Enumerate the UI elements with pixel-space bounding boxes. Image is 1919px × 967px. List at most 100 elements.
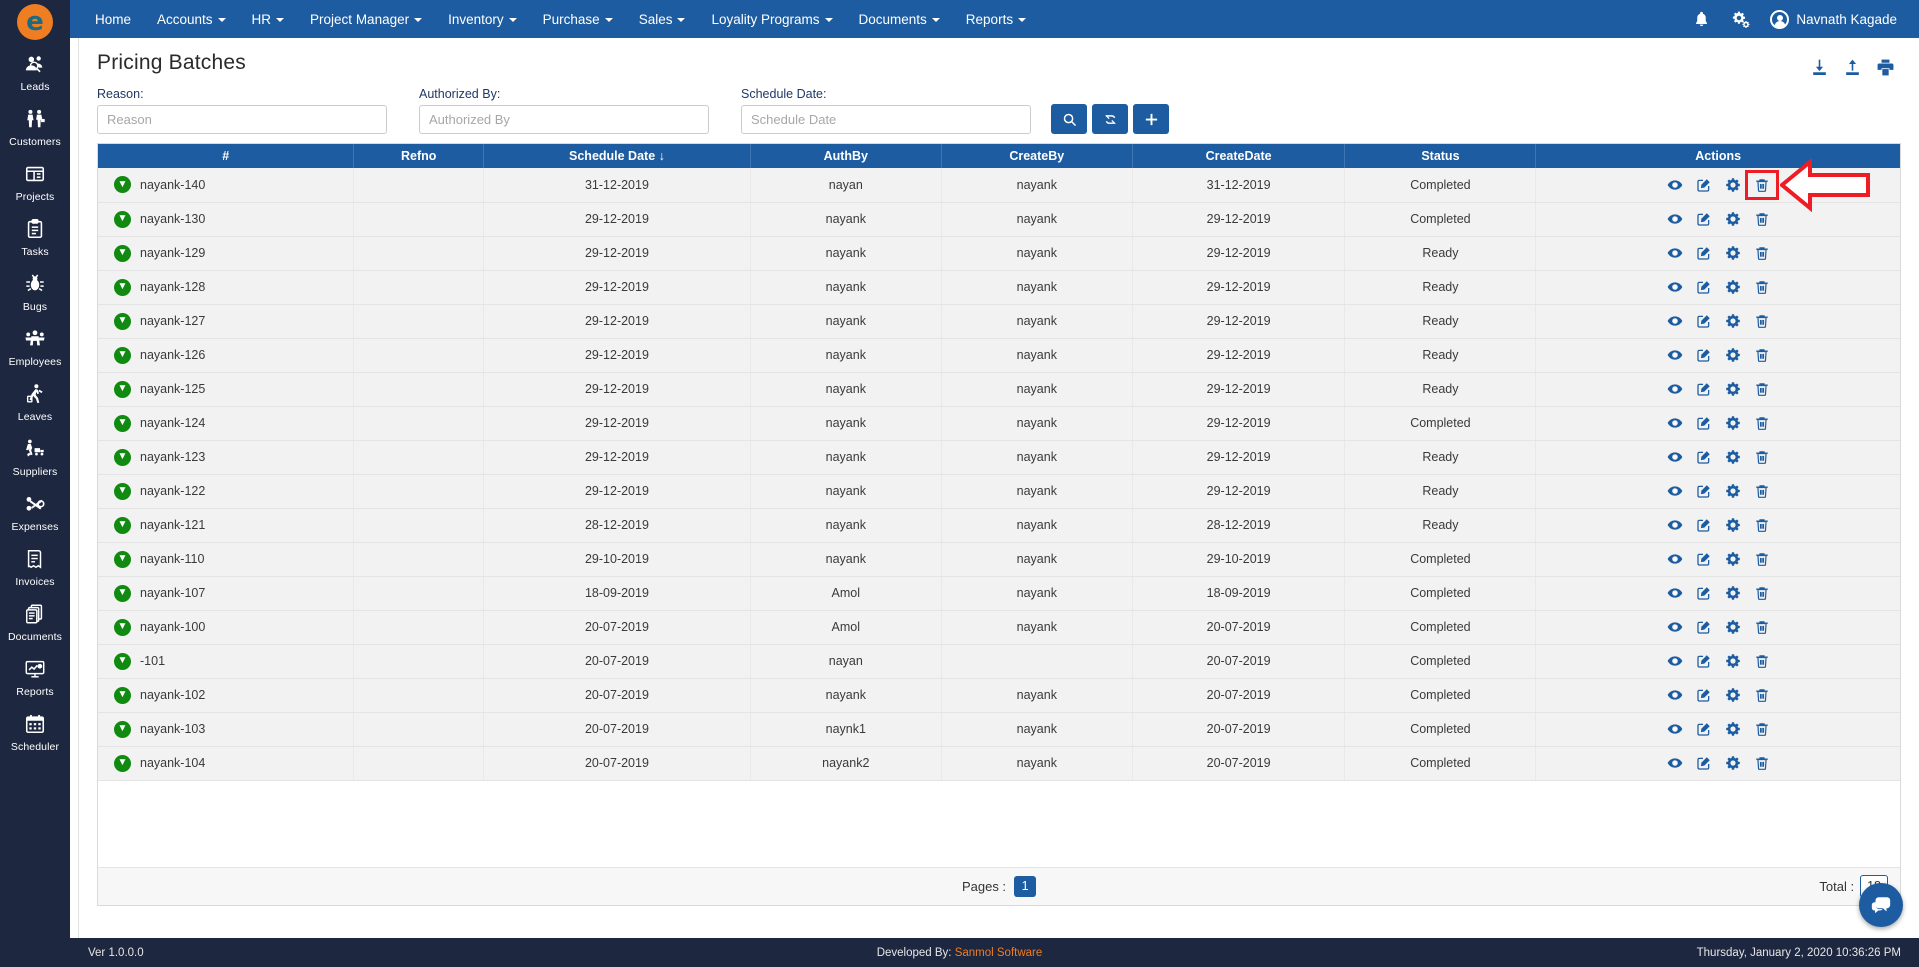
- gear-icon[interactable]: [1725, 517, 1741, 533]
- view-icon[interactable]: [1667, 313, 1683, 329]
- edit-icon[interactable]: [1696, 483, 1712, 499]
- chevron-down-circle-icon[interactable]: ▼: [114, 278, 131, 296]
- table-row[interactable]: ▼ nayank-122 29-12-2019 nayank nayank 29-12-2…: [98, 474, 1900, 509]
- delete-icon[interactable]: [1754, 687, 1770, 703]
- table-row[interactable]: ▼ nayank-129 29-12-2019 nayank nayank 29-12-2…: [98, 236, 1900, 271]
- table-row[interactable]: ▼ nayank-103 20-07-2019 naynk1 nayank 20-07-2…: [98, 712, 1900, 747]
- table-row[interactable]: ▼ nayank-130 29-12-2019 nayank nayank 29-12-2…: [98, 202, 1900, 237]
- table-row[interactable]: ▼ nayank-107 18-09-2019 Amol nayank 18-09-201…: [98, 576, 1900, 611]
- view-icon[interactable]: [1667, 347, 1683, 363]
- schedule-date-input[interactable]: [741, 105, 1031, 134]
- chevron-down-circle-icon[interactable]: ▼: [114, 618, 131, 636]
- edit-icon[interactable]: [1696, 381, 1712, 397]
- user-menu[interactable]: Navnath Kagade: [1770, 9, 1897, 29]
- chevron-down-circle-icon[interactable]: ▼: [114, 312, 131, 330]
- gear-icon[interactable]: [1725, 619, 1741, 635]
- view-icon[interactable]: [1667, 177, 1683, 193]
- delete-icon[interactable]: [1754, 585, 1770, 601]
- bell-icon[interactable]: [1693, 10, 1710, 28]
- app-logo[interactable]: e: [0, 0, 70, 44]
- view-icon[interactable]: [1667, 721, 1683, 737]
- search-button[interactable]: [1051, 104, 1087, 134]
- refresh-button[interactable]: [1092, 104, 1128, 134]
- chevron-down-circle-icon[interactable]: ▼: [114, 210, 131, 228]
- view-icon[interactable]: [1667, 755, 1683, 771]
- edit-icon[interactable]: [1696, 653, 1712, 669]
- gear-icon[interactable]: [1725, 755, 1741, 771]
- table-row[interactable]: ▼ nayank-127 29-12-2019 nayank nayank 29-12-2…: [98, 304, 1900, 339]
- gear-icon[interactable]: [1725, 653, 1741, 669]
- sidebar-item-leads[interactable]: Leads: [0, 44, 70, 99]
- gear-icon[interactable]: [1725, 721, 1741, 737]
- sidebar-item-leaves[interactable]: Leaves: [0, 374, 70, 429]
- edit-icon[interactable]: [1696, 245, 1712, 261]
- view-icon[interactable]: [1667, 279, 1683, 295]
- delete-icon[interactable]: [1754, 279, 1770, 295]
- view-icon[interactable]: [1667, 449, 1683, 465]
- nav-item-project-manager[interactable]: Project Manager: [297, 3, 435, 36]
- column-header-createby[interactable]: CreateBy: [941, 144, 1133, 168]
- sidebar-item-employees[interactable]: Employees: [0, 319, 70, 374]
- sidebar-item-documents[interactable]: Documents: [0, 594, 70, 649]
- view-icon[interactable]: [1667, 245, 1683, 261]
- delete-icon[interactable]: [1754, 313, 1770, 329]
- table-row[interactable]: ▼ nayank-124 29-12-2019 nayank nayank 29-12-2…: [98, 406, 1900, 441]
- download-icon[interactable]: [1810, 58, 1829, 81]
- view-icon[interactable]: [1667, 483, 1683, 499]
- table-row[interactable]: ▼ nayank-104 20-07-2019 nayank2 nayank 20-07-…: [98, 746, 1900, 781]
- nav-item-accounts[interactable]: Accounts: [144, 3, 239, 36]
- gear-icon[interactable]: [1725, 279, 1741, 295]
- gear-icon[interactable]: [1725, 211, 1741, 227]
- view-icon[interactable]: [1667, 687, 1683, 703]
- chevron-down-circle-icon[interactable]: ▼: [114, 380, 131, 398]
- sidebar-item-bugs[interactable]: Bugs: [0, 264, 70, 319]
- edit-icon[interactable]: [1696, 755, 1712, 771]
- table-row[interactable]: ▼ -101 20-07-2019 nayan 20-07-2019 Completed: [98, 644, 1900, 679]
- nav-item-inventory[interactable]: Inventory: [435, 3, 530, 36]
- table-row[interactable]: ▼ nayank-128 29-12-2019 nayank nayank 29-12-2…: [98, 270, 1900, 305]
- nav-item-sales[interactable]: Sales: [626, 3, 699, 36]
- edit-icon[interactable]: [1696, 687, 1712, 703]
- edit-icon[interactable]: [1696, 313, 1712, 329]
- edit-icon[interactable]: [1696, 517, 1712, 533]
- gear-icon[interactable]: [1725, 585, 1741, 601]
- edit-icon[interactable]: [1696, 415, 1712, 431]
- column-header-authby[interactable]: AuthBy: [750, 144, 942, 168]
- edit-icon[interactable]: [1696, 347, 1712, 363]
- edit-icon[interactable]: [1696, 177, 1712, 193]
- delete-icon[interactable]: [1754, 415, 1770, 431]
- view-icon[interactable]: [1667, 585, 1683, 601]
- delete-icon[interactable]: [1754, 551, 1770, 567]
- chevron-down-circle-icon[interactable]: ▼: [114, 686, 131, 704]
- sidebar-item-scheduler[interactable]: Scheduler: [0, 704, 70, 759]
- chevron-down-circle-icon[interactable]: ▼: [114, 346, 131, 364]
- delete-icon[interactable]: [1754, 347, 1770, 363]
- sidebar-item-projects[interactable]: Projects: [0, 154, 70, 209]
- sidebar-item-suppliers[interactable]: Suppliers: [0, 429, 70, 484]
- edit-icon[interactable]: [1696, 619, 1712, 635]
- view-icon[interactable]: [1667, 415, 1683, 431]
- chevron-down-circle-icon[interactable]: ▼: [114, 550, 131, 568]
- table-row[interactable]: ▼ nayank-140 31-12-2019 nayan nayank 31-12-20…: [98, 168, 1900, 203]
- sidebar-item-reports[interactable]: Reports: [0, 649, 70, 704]
- gear-icon[interactable]: [1725, 313, 1741, 329]
- chevron-down-circle-icon[interactable]: ▼: [114, 720, 131, 738]
- view-icon[interactable]: [1667, 653, 1683, 669]
- table-row[interactable]: ▼ nayank-102 20-07-2019 nayank nayank 20-07-2…: [98, 678, 1900, 713]
- chevron-down-circle-icon[interactable]: ▼: [114, 652, 131, 670]
- reason-input[interactable]: [97, 105, 387, 134]
- column-header-#[interactable]: #: [98, 144, 355, 168]
- chevron-down-circle-icon[interactable]: ▼: [114, 516, 131, 534]
- edit-icon[interactable]: [1696, 721, 1712, 737]
- authorized-by-input[interactable]: [419, 105, 709, 134]
- table-row[interactable]: ▼ nayank-100 20-07-2019 Amol nayank 20-07-201…: [98, 610, 1900, 645]
- nav-item-documents[interactable]: Documents: [846, 3, 953, 36]
- column-header-actions[interactable]: Actions: [1535, 144, 1900, 168]
- delete-icon[interactable]: [1754, 483, 1770, 499]
- gear-icon[interactable]: [1725, 415, 1741, 431]
- delete-icon[interactable]: [1754, 619, 1770, 635]
- column-header-createdate[interactable]: CreateDate: [1132, 144, 1346, 168]
- table-row[interactable]: ▼ nayank-126 29-12-2019 nayank nayank 29-12-2…: [98, 338, 1900, 373]
- chevron-down-circle-icon[interactable]: ▼: [114, 448, 131, 466]
- gear-icon[interactable]: [1725, 687, 1741, 703]
